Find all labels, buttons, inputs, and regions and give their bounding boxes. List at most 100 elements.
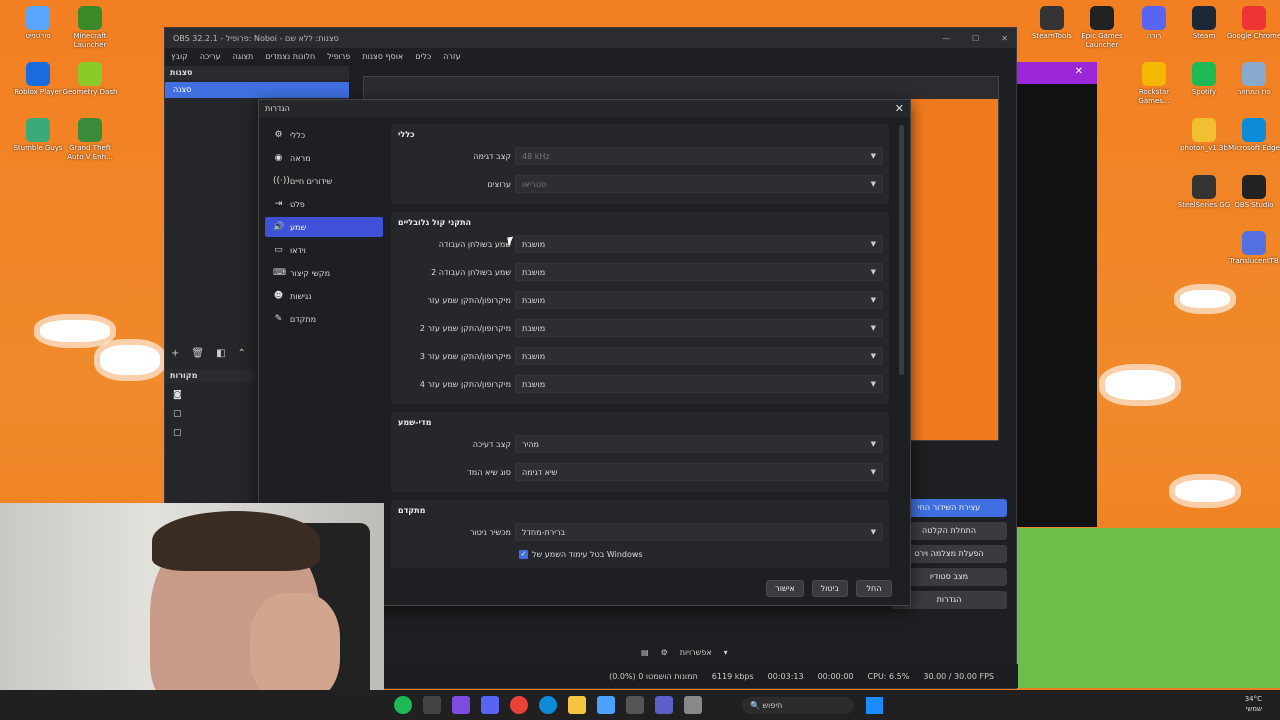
cancel-button[interactable]: ביטול: [811, 580, 848, 597]
window-icon[interactable]: ▢: [173, 409, 182, 419]
desktop-icon[interactable]: TranslucentTB: [1224, 231, 1280, 266]
nav-item[interactable]: ☻ נגישות: [265, 286, 383, 306]
dropdown-value: מושבת: [522, 267, 546, 277]
menu-view[interactable]: תצוגה: [233, 52, 254, 61]
nav-item[interactable]: ⌨ מקשי קיצור: [265, 263, 383, 283]
menu-scene-collection[interactable]: אוסף סצנות: [362, 52, 403, 61]
folder-icon: [1192, 118, 1216, 142]
mixer-options[interactable]: אפשרויות: [680, 648, 712, 657]
weather-widget[interactable]: 34°C שמשי: [1245, 694, 1262, 714]
checkbox-label: בטל עימוד השמע של Windows: [532, 549, 643, 559]
desktop-icon-label: OBS Studio: [1234, 201, 1274, 209]
close-icon[interactable]: ✕: [1017, 62, 1097, 84]
gear-icon[interactable]: ⚙: [661, 648, 668, 657]
dropdown-value: ברירת-מחדל: [522, 527, 566, 537]
setting-label: מיקרופון/התקן שמע עזר 3: [419, 351, 511, 361]
maximize-icon[interactable]: ☐: [972, 34, 979, 43]
teams-icon[interactable]: [655, 696, 673, 714]
desktop-icon[interactable]: Roblox Player: [8, 62, 68, 97]
setting-dropdown[interactable]: ברירת-מחדל ▼: [515, 523, 883, 541]
nav-item[interactable]: ((·)) שידורים חיים: [265, 171, 383, 191]
dropdown-value: מושבת: [522, 323, 546, 333]
nav-item[interactable]: ✎ מתקדם: [265, 309, 383, 329]
desktop-icon[interactable]: OBS Studio: [1224, 175, 1280, 210]
minimize-icon[interactable]: —: [942, 34, 950, 43]
nav-item[interactable]: ▭ וידאו: [265, 240, 383, 260]
explorer-icon[interactable]: [684, 696, 702, 714]
layout-icon[interactable]: ▤: [641, 648, 649, 657]
cloud: [100, 345, 160, 375]
menu-help[interactable]: עזרה: [443, 52, 461, 61]
setting-dropdown[interactable]: מושבת ▼: [515, 291, 883, 309]
broadcast-icon: ((·)): [273, 176, 290, 186]
search-box[interactable]: 🔍 חיפוש: [742, 697, 854, 714]
menu-docks[interactable]: חלונות נצמדים: [265, 52, 315, 61]
desktop-icon[interactable]: Google Chrome: [1224, 6, 1280, 41]
setting-label: מיקרופון/התקן שמע עזר 2: [419, 323, 511, 333]
settings-titlebar: הגדרות ✕: [259, 100, 910, 117]
menu-file[interactable]: קובץ: [171, 52, 188, 61]
nav-item[interactable]: 🔊 שמע: [265, 217, 383, 237]
store-icon[interactable]: [626, 696, 644, 714]
desktop-icon[interactable]: פורטנייט: [8, 6, 68, 41]
desktop-icon[interactable]: Epic Games Launcher: [1072, 6, 1132, 50]
setting-dropdown[interactable]: מושבת ▼: [515, 347, 883, 365]
desktop-icon-label: Minecraft Launcher: [73, 32, 107, 49]
steam-icon: [1192, 6, 1216, 30]
desktop-icon[interactable]: Minecraft Launcher: [60, 6, 120, 50]
cloud: [1105, 370, 1175, 400]
setting-dropdown[interactable]: מושבת ▼: [515, 319, 883, 337]
dropdown-value: מושבת: [522, 379, 546, 389]
setting-dropdown[interactable]: מושבת ▼: [515, 263, 883, 281]
desktop-icon[interactable]: פח המחזור: [1224, 62, 1280, 97]
copilot-icon[interactable]: [597, 696, 615, 714]
chrome-icon[interactable]: [510, 696, 528, 714]
close-icon[interactable]: ✕: [895, 102, 904, 115]
desktop-icon[interactable]: Geometry Dash: [60, 62, 120, 97]
desktop-icon-label: Geometry Dash: [62, 88, 118, 96]
scrollbar[interactable]: [899, 125, 904, 375]
setting-dropdown[interactable]: שיא דגימה ▼: [515, 463, 883, 481]
scene-item[interactable]: סצנה: [165, 82, 349, 98]
chevron-down-icon: ▼: [870, 296, 876, 304]
spotify-icon[interactable]: [394, 696, 412, 714]
disable-ducking-checkbox[interactable]: ✓ בטל עימוד השמע של Windows: [519, 546, 885, 562]
menu-edit[interactable]: עריכה: [200, 52, 221, 61]
menu-tools[interactable]: כלים: [415, 52, 431, 61]
window-icon[interactable]: ▢: [173, 428, 182, 438]
setting-dropdown[interactable]: מושבת ▼: [515, 375, 883, 393]
twitch-icon[interactable]: [452, 696, 470, 714]
setting-dropdown[interactable]: מהיר ▼: [515, 435, 883, 453]
search-label: חיפוש: [762, 701, 783, 710]
folder-icon[interactable]: [568, 696, 586, 714]
nav-item[interactable]: ⚙ כללי: [265, 125, 383, 145]
menu-profile[interactable]: פרופיל: [327, 52, 350, 61]
camera-icon[interactable]: ◙: [173, 390, 182, 400]
discord-icon[interactable]: [481, 696, 499, 714]
apply-button[interactable]: החל: [856, 580, 892, 597]
steelseries-icon[interactable]: [423, 696, 441, 714]
desktop-icon[interactable]: Stumble Guys: [8, 118, 68, 153]
setting-dropdown[interactable]: מושבת ▼: [515, 235, 883, 253]
chevron-down-icon: ▼: [870, 352, 876, 360]
roblox-icon: [26, 62, 50, 86]
desktop-icon-label: Roblox Player: [14, 88, 62, 96]
chevron-down-icon[interactable]: ▾: [724, 648, 728, 657]
desktop-icon[interactable]: Grand Theft Auto V Enh...: [60, 118, 120, 162]
chevron-down-icon: ▼: [870, 152, 876, 160]
trash-icon[interactable]: 🗑: [191, 348, 204, 359]
meters-group: מדי-שמע קצב דעיכה מהיר ▼ סוג שיא המד שיא דגי…: [391, 412, 889, 492]
epic-icon: [1090, 6, 1114, 30]
ok-button[interactable]: אישור: [766, 580, 804, 597]
edge-icon[interactable]: [539, 696, 557, 714]
desktop-icon[interactable]: Microsoft Edge: [1224, 118, 1280, 153]
stream-time: 00:03:13: [767, 671, 804, 681]
windows-start-icon[interactable]: [866, 697, 883, 714]
output-icon: ⇥: [274, 199, 283, 209]
chevron-up-icon[interactable]: ⌃: [238, 348, 246, 359]
nav-item[interactable]: ◉ מראה: [265, 148, 383, 168]
filter-icon[interactable]: ◧: [216, 348, 225, 359]
close-icon[interactable]: ✕: [1001, 34, 1008, 43]
add-icon[interactable]: +: [171, 348, 179, 359]
nav-item[interactable]: ⇥ פלט: [265, 194, 383, 214]
